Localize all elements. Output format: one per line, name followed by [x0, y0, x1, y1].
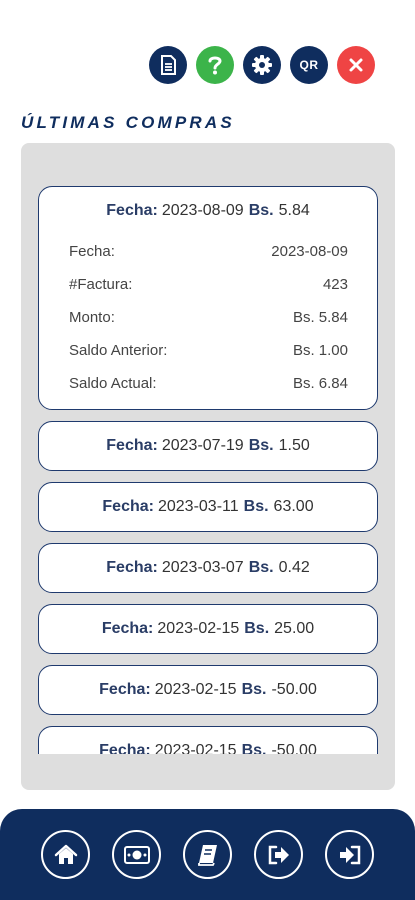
card-header: Fecha: 2023-03-07 Bs. 0.42 — [39, 544, 377, 592]
detail-value: Bs. 6.84 — [292, 375, 348, 392]
detail-row: Monto: Bs. 5.84 — [69, 301, 348, 334]
detail-label: #Factura: — [69, 276, 133, 293]
purchases-panel: Fecha: 2023-08-09 Bs. 5.84 Fecha: 2023-0… — [21, 143, 395, 790]
purchase-amount: -50.00 — [271, 681, 317, 698]
fecha-label: Fecha: — [106, 202, 158, 219]
card-header: Fecha: 2023-02-15 Bs. 25.00 — [39, 605, 377, 653]
fecha-label: Fecha: — [102, 498, 154, 515]
purchase-date: 2023-08-09 — [161, 202, 244, 219]
purchase-details: Fecha: 2023-08-09 #Factura: 423 Monto: B… — [39, 235, 377, 400]
detail-row: #Factura: 423 — [69, 268, 348, 301]
purchase-amount: 1.50 — [278, 437, 310, 454]
card-header: Fecha: 2023-08-09 Bs. 5.84 — [39, 187, 377, 235]
purchase-date: 2023-02-15 — [154, 681, 237, 698]
currency-label: Bs. — [244, 620, 270, 637]
currency-label: Bs. — [248, 559, 274, 576]
detail-label: Saldo Anterior: — [69, 342, 168, 359]
currency-label: Bs. — [243, 498, 269, 515]
close-icon[interactable] — [337, 46, 375, 84]
home-icon[interactable] — [41, 830, 90, 879]
purchases-list[interactable]: Fecha: 2023-08-09 Bs. 5.84 Fecha: 2023-0… — [38, 186, 378, 754]
detail-row: Saldo Actual: Bs. 6.84 — [69, 367, 348, 400]
currency-label: Bs. — [241, 681, 267, 698]
purchase-amount: 5.84 — [278, 202, 310, 219]
qr-label: QR — [299, 58, 319, 72]
currency-label: Bs. — [248, 437, 274, 454]
card-header: Fecha: 2023-03-11 Bs. 63.00 — [39, 483, 377, 531]
purchase-card[interactable]: Fecha: 2023-02-15 Bs. 25.00 — [38, 604, 378, 654]
purchase-card[interactable]: Fecha: 2023-03-11 Bs. 63.00 — [38, 482, 378, 532]
book-icon[interactable] — [183, 830, 232, 879]
currency-label: Bs. — [248, 202, 274, 219]
purchase-card[interactable]: Fecha: 2023-07-19 Bs. 1.50 — [38, 421, 378, 471]
card-header: Fecha: 2023-02-15 Bs. -50.00 — [39, 666, 377, 714]
purchase-date: 2023-03-11 — [157, 498, 239, 515]
purchase-date: 2023-03-07 — [161, 559, 244, 576]
document-icon[interactable] — [149, 46, 187, 84]
detail-label: Monto: — [69, 309, 115, 326]
purchase-amount: 25.00 — [274, 620, 315, 637]
purchase-date: 2023-02-15 — [154, 742, 237, 754]
purchase-card[interactable]: Fecha: 2023-02-15 Bs. -50.00 — [38, 665, 378, 715]
detail-value: Bs. 1.00 — [292, 342, 348, 359]
detail-value: 423 — [322, 276, 348, 293]
share-out-icon[interactable] — [254, 830, 303, 879]
fecha-label: Fecha: — [106, 559, 158, 576]
detail-row: Fecha: 2023-08-09 — [69, 235, 348, 268]
detail-value: Bs. 5.84 — [292, 309, 348, 326]
detail-row: Saldo Anterior: Bs. 1.00 — [69, 334, 348, 367]
settings-icon[interactable] — [243, 46, 281, 84]
card-header: Fecha: 2023-07-19 Bs. 1.50 — [39, 422, 377, 470]
section-title: ÚLTIMAS COMPRAS — [21, 113, 235, 132]
fecha-label: Fecha: — [99, 742, 151, 754]
fecha-label: Fecha: — [106, 437, 158, 454]
sign-in-icon[interactable] — [325, 830, 374, 879]
purchase-card[interactable]: Fecha: 2023-02-15 Bs. -50.00 — [38, 726, 378, 754]
purchase-amount: 0.42 — [278, 559, 310, 576]
detail-value: 2023-08-09 — [271, 243, 348, 260]
card-header: Fecha: 2023-02-15 Bs. -50.00 — [39, 727, 377, 754]
detail-label: Fecha: — [69, 243, 115, 260]
fecha-label: Fecha: — [101, 620, 154, 637]
purchase-amount: 63.00 — [273, 498, 314, 515]
fecha-label: Fecha: — [99, 681, 151, 698]
bottom-nav — [0, 809, 415, 900]
purchase-amount: -50.00 — [271, 742, 317, 754]
qr-icon[interactable]: QR — [290, 46, 328, 84]
help-icon[interactable] — [196, 46, 234, 84]
purchase-date: 2023-07-19 — [161, 437, 244, 454]
detail-label: Saldo Actual: — [69, 375, 157, 392]
currency-label: Bs. — [241, 742, 267, 754]
top-toolbar: QR — [149, 46, 375, 84]
money-icon[interactable] — [112, 830, 161, 879]
purchase-card-expanded[interactable]: Fecha: 2023-08-09 Bs. 5.84 Fecha: 2023-0… — [38, 186, 378, 410]
purchase-card[interactable]: Fecha: 2023-03-07 Bs. 0.42 — [38, 543, 378, 593]
purchase-date: 2023-02-15 — [157, 620, 240, 637]
